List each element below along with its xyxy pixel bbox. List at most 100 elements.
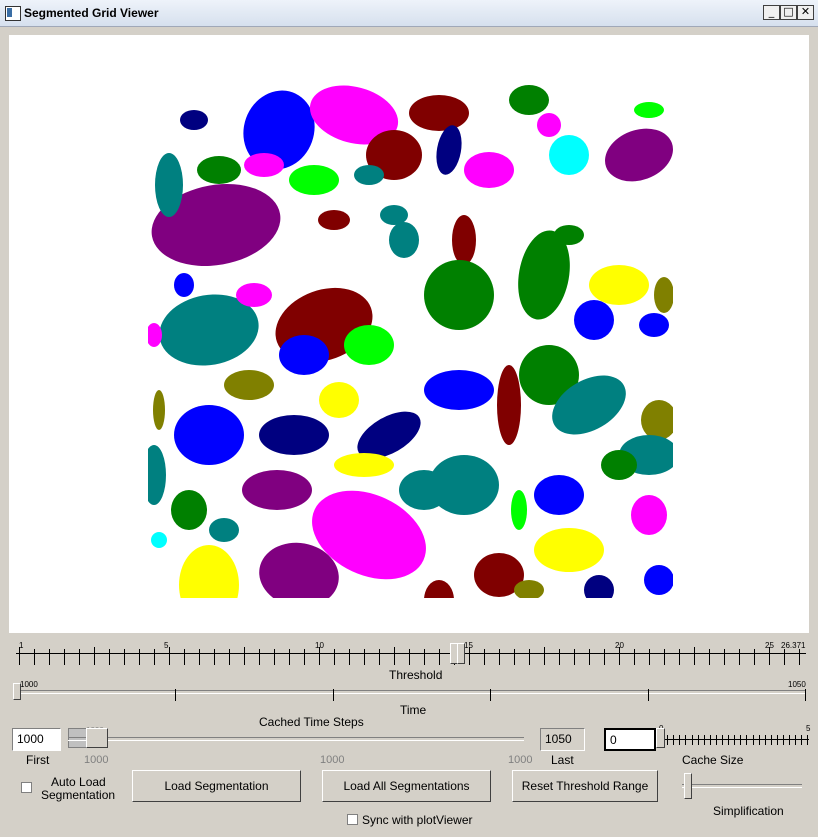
threshold-tick-label: 15	[464, 641, 473, 650]
time-slider[interactable]: 1000 1050	[12, 680, 807, 704]
cache-size-tick	[795, 735, 797, 745]
threshold-tick	[709, 649, 710, 665]
segment-region	[584, 575, 614, 598]
segment-region	[289, 165, 339, 195]
threshold-tick	[229, 649, 230, 665]
segment-region	[151, 532, 167, 548]
cache-size-tick	[783, 735, 784, 745]
segment-region	[155, 153, 183, 217]
simplification-slider[interactable]	[682, 770, 804, 800]
segment-region	[497, 365, 521, 445]
threshold-tick	[484, 649, 485, 665]
threshold-tick-label: 10	[315, 641, 324, 650]
threshold-tick	[274, 649, 275, 665]
segment-region	[380, 205, 408, 225]
last-label: Last	[551, 753, 574, 767]
segment-region	[179, 545, 239, 598]
threshold-tick	[334, 649, 335, 665]
threshold-tick-label: 20	[615, 641, 624, 650]
threshold-slider[interactable]: 1 5 10 15 20 25 26.371	[16, 641, 806, 671]
segment-region	[236, 283, 272, 307]
time-min-label: 1000	[20, 680, 38, 689]
segment-region	[231, 608, 247, 632]
threshold-tick	[574, 649, 575, 665]
threshold-tick	[199, 649, 200, 665]
threshold-tick-label: 5	[164, 641, 169, 650]
segment-region	[514, 580, 544, 598]
threshold-tick	[739, 649, 740, 665]
time-tick	[648, 689, 649, 701]
cached-range-thumb[interactable]	[86, 728, 108, 748]
time-thumb[interactable]	[13, 683, 21, 700]
cache-size-tick	[776, 735, 778, 745]
time-tick	[333, 689, 334, 701]
threshold-tick	[169, 647, 170, 665]
cache-size-tick	[746, 735, 748, 745]
segment-region	[344, 325, 394, 365]
simplification-thumb[interactable]	[684, 773, 692, 799]
cache-size-tick	[679, 735, 681, 745]
threshold-tick	[664, 649, 665, 665]
cache-size-tick	[807, 735, 809, 745]
cached-time-steps-label: Cached Time Steps	[259, 715, 364, 729]
reset-threshold-range-button[interactable]: Reset Threshold Range	[512, 770, 658, 802]
segmentation-canvas[interactable]	[9, 35, 809, 633]
cache-size-slider[interactable]: 0 5	[655, 724, 810, 750]
load-all-segmentations-button[interactable]: Load All Segmentations	[322, 770, 491, 802]
threshold-tick	[34, 649, 35, 665]
maximize-button[interactable]: □	[780, 5, 797, 20]
cache-size-thumb[interactable]	[656, 728, 665, 748]
close-button[interactable]: ✕	[797, 5, 814, 20]
segment-region	[354, 165, 384, 185]
time-tick	[805, 689, 806, 701]
segment-region	[589, 265, 649, 305]
last-time-step-field[interactable]: 1050	[540, 728, 585, 751]
segment-region	[409, 95, 469, 131]
segment-region	[614, 600, 664, 630]
segment-region	[424, 580, 454, 598]
cache-size-tick	[715, 735, 717, 745]
cache-size-tick	[801, 735, 803, 745]
time-track	[16, 690, 806, 694]
sync-plotviewer-checkbox[interactable]	[347, 814, 358, 825]
auto-load-checkbox[interactable]	[21, 782, 32, 793]
minimize-button[interactable]: _	[763, 5, 780, 20]
first-label: First	[26, 753, 50, 767]
cache-size-tick	[728, 735, 730, 745]
cache-size-tick	[703, 735, 705, 745]
segment-region	[549, 135, 589, 175]
threshold-tick	[109, 649, 110, 665]
cached-range-slider[interactable]: 1000	[68, 726, 526, 750]
segment-region	[197, 156, 241, 184]
threshold-tick	[289, 649, 290, 665]
threshold-tick	[259, 649, 260, 665]
cache-size-tick	[685, 735, 687, 745]
load-segmentation-button[interactable]: Load Segmentation	[132, 770, 301, 802]
threshold-tick	[214, 649, 215, 665]
segment-region	[464, 152, 514, 188]
threshold-tick	[754, 649, 755, 665]
cache-size-field[interactable]: 0	[604, 728, 656, 751]
segment-region	[389, 222, 419, 258]
threshold-tick	[649, 649, 650, 665]
cache-size-tick	[691, 735, 693, 745]
cache-size-tick	[764, 735, 766, 745]
threshold-tick	[589, 649, 590, 665]
first-time-step-field[interactable]: 1000	[12, 728, 61, 751]
segment-region	[148, 323, 162, 347]
threshold-tick	[364, 649, 365, 665]
cached-range-low: 1000	[84, 754, 109, 766]
threshold-baseline	[16, 653, 806, 654]
segment-region	[224, 370, 274, 400]
segment-region	[209, 518, 239, 542]
segment-region	[148, 445, 166, 505]
segment-region	[574, 300, 614, 340]
window-title: Segmented Grid Viewer	[24, 6, 159, 20]
threshold-thumb-high[interactable]	[457, 643, 465, 664]
cache-size-label: Cache Size	[682, 753, 744, 767]
threshold-tick-label: 26.371	[781, 641, 806, 650]
cache-size-tick	[770, 735, 772, 745]
segment-region	[174, 405, 244, 465]
time-tick	[175, 689, 176, 701]
threshold-tick	[559, 649, 560, 665]
